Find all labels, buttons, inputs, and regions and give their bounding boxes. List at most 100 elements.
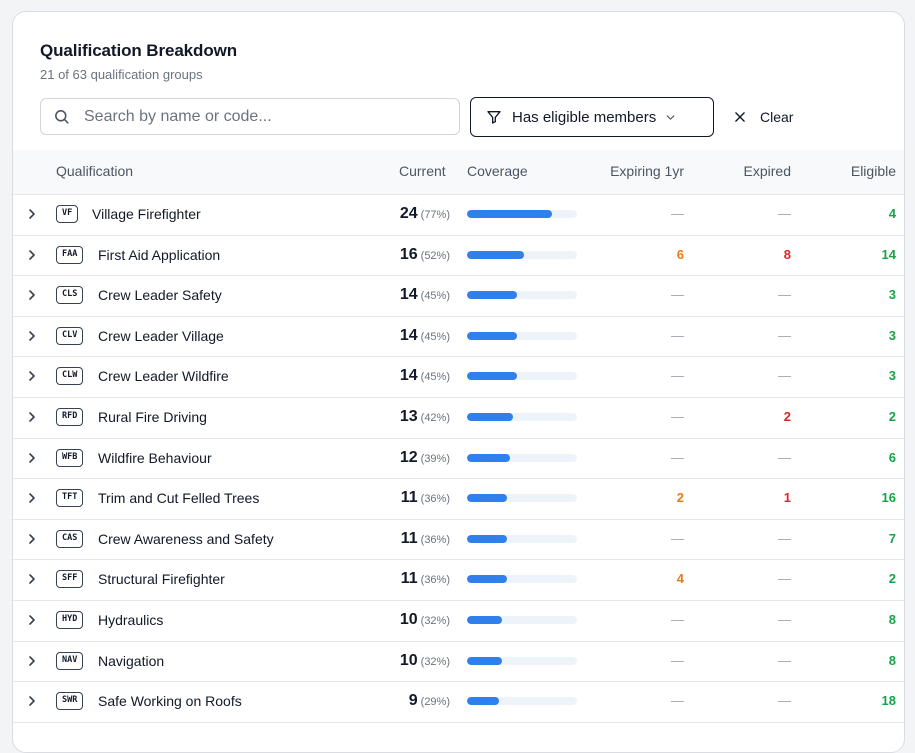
table-row[interactable]: SWR Safe Working on Roofs 9 (29%) — — 18 [13, 682, 904, 723]
qualification-code-badge: NAV [56, 651, 84, 670]
search-input[interactable] [82, 106, 446, 127]
current-count: 10 (32%) [400, 611, 450, 629]
chevron-right-icon[interactable] [27, 452, 37, 464]
qualification-name: Wildfire Behaviour [98, 449, 212, 466]
chevron-right-icon[interactable] [27, 370, 37, 382]
qualification-breakdown-card: Qualification Breakdown 21 of 63 qualifi… [12, 11, 905, 753]
chevron-right-icon[interactable] [27, 208, 37, 220]
qualification-code-badge: VF [56, 205, 79, 223]
current-percent: (52%) [420, 249, 450, 262]
qualification-code-badge: CLV [56, 326, 84, 345]
card-header: Qualification Breakdown 21 of 63 qualifi… [40, 41, 237, 82]
table-row[interactable]: CLS Crew Leader Safety 14 (45%) — — 3 [13, 276, 904, 317]
column-header-expiring[interactable]: Expiring 1yr [610, 163, 684, 179]
column-header-coverage[interactable]: Coverage [467, 163, 528, 179]
expired-value: — [778, 327, 791, 343]
expiring-1yr-value: — [671, 693, 684, 709]
expired-value: 8 [783, 246, 791, 262]
table-row[interactable]: SFF Structural Firefighter 11 (36%) 4 — 2 [13, 560, 904, 601]
expiring-1yr-value: — [671, 327, 684, 343]
has-eligible-filter-dropdown[interactable]: Has eligible members [470, 97, 714, 137]
coverage-bar [467, 210, 577, 218]
coverage-bar-fill [467, 412, 514, 421]
qualification-name: Crew Leader Village [98, 327, 224, 344]
column-header-expired[interactable]: Expired [744, 163, 791, 179]
close-icon [733, 110, 747, 124]
coverage-bar-fill [467, 453, 510, 462]
current-value: 11 [400, 529, 418, 547]
eligible-value: 8 [888, 611, 896, 627]
coverage-bar-fill [467, 575, 507, 584]
eligible-value: 8 [888, 652, 896, 668]
qualification-code-badge: CLS [56, 286, 84, 305]
eligible-value: 2 [888, 408, 896, 424]
expiring-1yr-value: — [671, 368, 684, 384]
coverage-bar [467, 656, 577, 665]
chevron-right-icon[interactable] [27, 573, 37, 585]
coverage-bar-fill [467, 291, 517, 300]
chevron-right-icon[interactable] [27, 249, 37, 261]
current-percent: (77%) [420, 209, 450, 221]
chevron-right-icon[interactable] [27, 655, 37, 667]
qualification-name: Trim and Cut Felled Trees [98, 490, 260, 507]
qualification-name: Navigation [98, 652, 165, 669]
column-header-qualification[interactable]: Qualification [56, 163, 133, 179]
coverage-bar [467, 331, 577, 340]
expiring-1yr-value: 6 [676, 246, 684, 262]
current-percent: (36%) [420, 493, 450, 506]
chevron-right-icon[interactable] [27, 330, 37, 342]
current-value: 11 [400, 489, 418, 507]
qualification-name: Crew Leader Safety [98, 287, 222, 304]
eligible-value: 4 [888, 206, 896, 221]
chevron-right-icon[interactable] [27, 411, 37, 423]
table-row[interactable]: CAS Crew Awareness and Safety 11 (36%) — … [13, 520, 904, 561]
expired-value: — [778, 611, 791, 627]
table-row[interactable]: WFB Wildfire Behaviour 12 (39%) — — 6 [13, 439, 904, 480]
current-percent: (45%) [420, 330, 450, 343]
eligible-value: 3 [888, 327, 896, 343]
column-header-current[interactable]: Current [399, 163, 446, 179]
current-count: 16 (52%) [400, 246, 450, 264]
table-row[interactable]: VF Village Firefighter 24 (77%) — — 4 [13, 195, 904, 236]
eligible-value: 7 [888, 530, 896, 546]
expired-value: 2 [783, 408, 791, 424]
coverage-bar-fill [467, 697, 499, 706]
chevron-right-icon[interactable] [27, 533, 37, 545]
qualification-name: Village Firefighter [92, 206, 201, 222]
expiring-1yr-value: 2 [676, 490, 684, 506]
expiring-1yr-value: — [671, 408, 684, 424]
coverage-bar [467, 250, 577, 259]
coverage-bar-fill [467, 250, 525, 259]
clear-filters-button[interactable]: Clear [733, 109, 793, 125]
current-count: 14 (45%) [400, 327, 450, 345]
chevron-right-icon[interactable] [27, 614, 37, 626]
chevron-right-icon[interactable] [27, 492, 37, 504]
chevron-right-icon[interactable] [27, 289, 37, 301]
table-row[interactable]: FAA First Aid Application 16 (52%) 6 8 14 [13, 236, 904, 277]
current-value: 9 [408, 692, 418, 710]
expiring-1yr-value: — [671, 530, 684, 546]
current-count: 11 (36%) [401, 570, 450, 588]
table-row[interactable]: CLV Crew Leader Village 14 (45%) — — 3 [13, 317, 904, 358]
search-box[interactable] [40, 98, 460, 135]
current-value: 11 [400, 570, 418, 588]
coverage-bar [467, 534, 577, 543]
table-row[interactable]: HYD Hydraulics 10 (32%) — — 8 [13, 601, 904, 642]
table-row[interactable]: NAV Navigation 10 (32%) — — 8 [13, 642, 904, 683]
column-header-eligible[interactable]: Eligible [851, 163, 896, 179]
table-row[interactable]: CLW Crew Leader Wildfire 14 (45%) — — 3 [13, 357, 904, 398]
expired-value: — [778, 530, 791, 546]
current-count: 11 (36%) [401, 530, 450, 548]
current-count: 24 (77%) [400, 205, 450, 223]
table-body: VF Village Firefighter 24 (77%) — — 4 FAA… [13, 195, 904, 723]
table-row[interactable]: RFD Rural Fire Driving 13 (42%) — 2 2 [13, 398, 904, 439]
eligible-value: 3 [888, 287, 896, 303]
coverage-bar-fill [467, 331, 517, 340]
chevron-right-icon[interactable] [27, 695, 37, 707]
table-row[interactable]: TFT Trim and Cut Felled Trees 11 (36%) 2 … [13, 479, 904, 520]
filter-icon [486, 109, 502, 125]
coverage-bar [467, 697, 577, 706]
eligible-value: 2 [888, 571, 896, 587]
expiring-1yr-value: — [671, 449, 684, 465]
coverage-bar-fill [467, 534, 507, 543]
